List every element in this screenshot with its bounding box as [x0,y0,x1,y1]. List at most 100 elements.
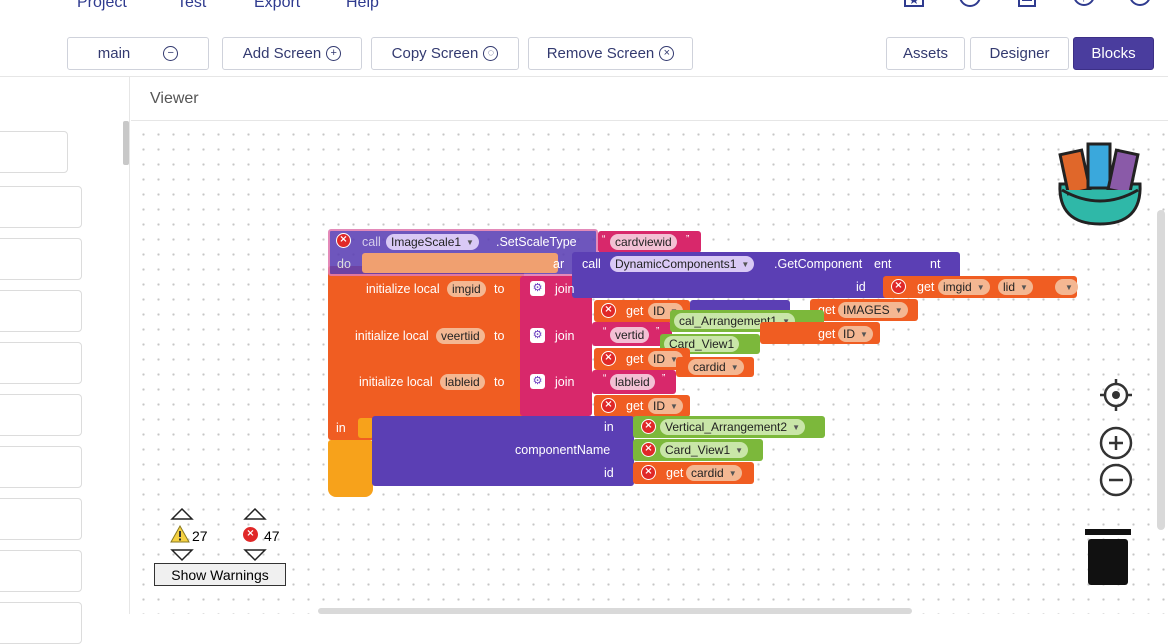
sidebar-item[interactable] [0,342,82,384]
dropdown-icon: ▼ [466,237,474,247]
error-icon[interactable]: × [601,351,616,366]
local-var-imgid[interactable]: imgid [447,281,486,297]
error-prev-icon[interactable] [243,507,267,521]
dropdown-icon: ▼ [670,401,678,411]
error-icon[interactable]: × [641,419,656,434]
local-var-lableid[interactable]: lableid [440,374,485,390]
var-dropdown-cardid[interactable]: cardid ▼ [686,465,742,481]
warning-prev-icon[interactable] [170,507,194,521]
warning-icon [170,525,190,543]
error-icon[interactable]: × [601,303,616,318]
remove-screen-button[interactable]: Remove Screen × [528,37,693,70]
quote-close: ” [656,326,660,337]
get-component-label: .GetComponent [774,257,863,271]
sidebar-item[interactable] [0,186,82,228]
var-name: imgid [943,280,972,294]
var-dropdown-id[interactable]: ID ▼ [838,326,873,342]
error-icon[interactable]: × [336,233,351,248]
gear-icon[interactable]: ⚙ [530,281,545,296]
workspace-vertical-scrollbar[interactable] [1157,210,1165,530]
var-name: IMAGES [843,303,890,317]
error-count: 47 [264,528,280,544]
menu-project[interactable]: Project [77,0,127,12]
get-label: get [626,304,644,318]
quote-open: “ [603,373,607,384]
join-label: join [555,329,575,343]
component-name: Vertical_Arrangement2 [665,420,788,434]
dropdown-icon: ▼ [976,282,985,292]
dropdown-icon: ▼ [730,362,739,372]
sidebar-scrollbar[interactable] [123,121,129,165]
to-label: to [494,282,505,296]
event-handler-block[interactable] [328,440,373,497]
sidebar-item[interactable] [0,290,82,332]
error-icon[interactable]: × [601,398,616,413]
dropdown-icon: ▼ [735,445,744,455]
dropdown-icon: ▼ [1020,282,1028,292]
add-screen-button[interactable]: Add Screen + [222,37,362,70]
var-dropdown-empty[interactable]: ▼ [1055,279,1078,295]
screen-toolbar: main − Add Screen + Copy Screen ◌ Remove… [0,30,1168,77]
assets-button[interactable]: Assets [886,37,965,70]
copy-screen-button[interactable]: Copy Screen ◌ [371,37,519,70]
text-value-vertid[interactable]: vertid [610,327,650,343]
join-label: join [555,375,575,389]
dynamic-component-dropdown[interactable]: DynamicComponents1 ▼ [610,256,755,272]
sidebar-item[interactable] [0,498,82,540]
zoom-in-icon[interactable] [1099,426,1133,460]
plus-circle-icon: + [326,46,342,61]
ent-label: ent [874,257,892,271]
warning-next-icon[interactable] [170,548,194,562]
component-dropdown-cardview[interactable]: Card_View1 ▼ [660,442,749,458]
menu-export[interactable]: Export [254,0,300,12]
component-dropdown[interactable]: ImageScale1 ▼ [386,234,479,250]
dynamic-component-name: DynamicComponents1 [615,257,737,271]
var-dropdown-imgid[interactable]: imgid ▼ [938,279,990,295]
sidebar-item[interactable] [0,238,82,280]
designer-button[interactable]: Designer [970,37,1069,70]
var-name: cardid [691,466,724,480]
workspace-horizontal-scrollbar[interactable] [318,608,912,614]
recenter-icon[interactable] [1099,378,1133,412]
dropdown-icon: ▼ [860,329,868,339]
guide-icon[interactable] [1016,0,1038,14]
gear-icon[interactable]: ⚙ [530,328,545,343]
error-next-icon[interactable] [243,548,267,562]
var-dropdown-cardid[interactable]: cardid ▼ [688,359,744,375]
var-dropdown-id[interactable]: ID ▼ [648,398,683,414]
account-icon[interactable] [1129,0,1151,14]
sidebar-item[interactable] [0,394,82,436]
gear-icon[interactable]: ⚙ [530,374,545,389]
sidebar-item[interactable] [0,131,68,173]
community-icon[interactable] [959,0,981,14]
id-label: id [856,280,866,294]
get-label: get [818,327,836,341]
show-warnings-button[interactable]: Show Warnings [154,563,286,586]
var-dropdown-lid[interactable]: lid ▼ [998,279,1033,295]
method-label: .SetScaleType [496,235,577,249]
text-value-cardviewid[interactable]: cardviewid [610,234,677,250]
var-name: ID [653,304,665,318]
blocks-button[interactable]: Blocks [1073,37,1154,70]
error-icon[interactable]: × [891,279,906,294]
screen-selector[interactable]: main − [67,37,209,70]
menu-help[interactable]: Help [346,0,379,12]
var-dropdown-images[interactable]: IMAGES ▼ [838,302,908,318]
zoom-out-icon[interactable] [1099,463,1133,497]
local-var-veertiid[interactable]: veertiid [436,328,485,344]
trash-icon[interactable] [1084,527,1132,587]
component-name-label: componentName [515,443,611,457]
backpack-icon[interactable] [1050,134,1148,228]
error-icon[interactable]: × [641,465,656,480]
sidebar-item[interactable] [0,550,82,592]
text-value-lableid[interactable]: lableid [610,374,655,390]
init-local-label: initialize local [355,329,429,343]
component-dropdown-vertical2[interactable]: Vertical_Arrangement2 ▼ [660,419,805,435]
gallery-icon[interactable] [903,0,925,14]
sidebar-item[interactable] [0,602,82,644]
component-name: Card_View1 [665,443,731,457]
sidebar-item[interactable] [0,446,82,488]
donate-icon[interactable]: $ [1073,0,1095,14]
menu-test[interactable]: Test [177,0,206,12]
error-icon[interactable]: × [641,442,656,457]
